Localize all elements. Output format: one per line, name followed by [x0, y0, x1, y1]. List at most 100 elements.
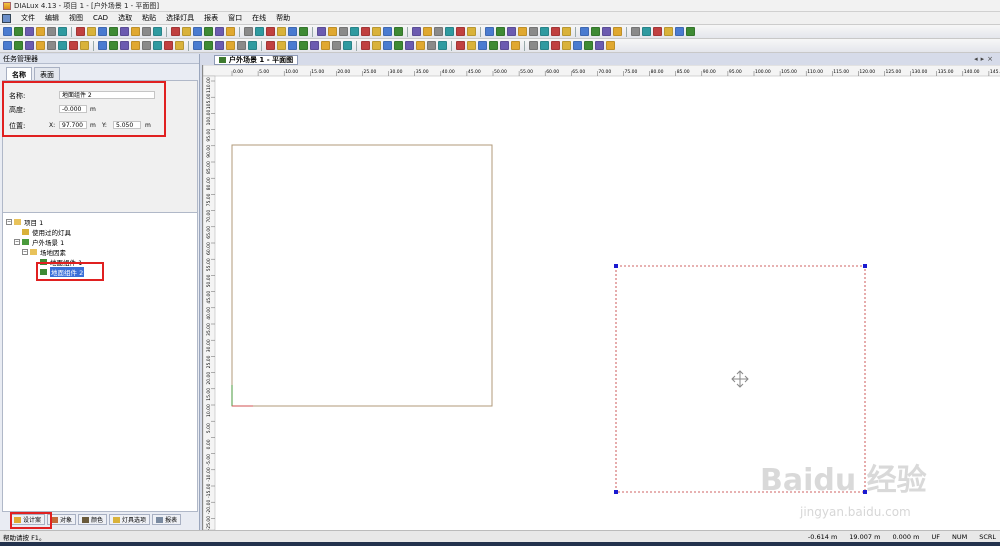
toolbar-button-icon[interactable]	[540, 27, 549, 36]
toolbar-button-icon[interactable]	[87, 27, 96, 36]
menu-help[interactable]: 帮助	[271, 13, 295, 23]
toolbar-button-icon[interactable]	[478, 41, 487, 50]
tab-colors[interactable]: 颜色	[78, 514, 108, 525]
toolbar-button-icon[interactable]	[98, 27, 107, 36]
toolbar-button-icon[interactable]	[120, 27, 129, 36]
toolbar-button-icon[interactable]	[310, 41, 319, 50]
toolbar-button-icon[interactable]	[361, 27, 370, 36]
tree-item-outdoor-scene[interactable]: − 户外场景 1	[14, 237, 64, 247]
tab-luminaire-selection[interactable]: 灯具选项	[109, 514, 151, 525]
toolbar-button-icon[interactable]	[164, 41, 173, 50]
toolbar-button-icon[interactable]	[288, 27, 297, 36]
toolbar-button-icon[interactable]	[456, 27, 465, 36]
toolbar-button-icon[interactable]	[153, 27, 162, 36]
toolbar-button-icon[interactable]	[518, 27, 527, 36]
toolbar-button-icon[interactable]	[182, 27, 191, 36]
toolbar-button-icon[interactable]	[25, 27, 34, 36]
toolbar-button-icon[interactable]	[383, 27, 392, 36]
toolbar-button-icon[interactable]	[507, 27, 516, 36]
toolbar-button-icon[interactable]	[47, 27, 56, 36]
toolbar-button-icon[interactable]	[58, 27, 67, 36]
toolbar-button-icon[interactable]	[58, 41, 67, 50]
toolbar-button-icon[interactable]	[489, 41, 498, 50]
toolbar-button-icon[interactable]	[500, 41, 509, 50]
toolbar-button-icon[interactable]	[595, 41, 604, 50]
tree-item-site-elements[interactable]: − 场地因素	[22, 247, 66, 257]
tree-item-used-luminaires[interactable]: 使用过的灯具	[22, 227, 71, 237]
toolbar-button-icon[interactable]	[215, 41, 224, 50]
toolbar-button-icon[interactable]	[653, 27, 662, 36]
tab-surface[interactable]: 表面	[34, 67, 60, 80]
selection-handle[interactable]	[614, 264, 618, 268]
toolbar-button-icon[interactable]	[131, 27, 140, 36]
toolbar-button-icon[interactable]	[372, 41, 381, 50]
toolbar-button-icon[interactable]	[226, 27, 235, 36]
toolbar-button-icon[interactable]	[529, 41, 538, 50]
toolbar-button-icon[interactable]	[142, 27, 151, 36]
ground-element-1-shape[interactable]	[231, 144, 493, 407]
toolbar-button-icon[interactable]	[642, 27, 651, 36]
tab-name[interactable]: 名称	[6, 67, 32, 80]
toolbar-button-icon[interactable]	[562, 41, 571, 50]
toolbar-button-icon[interactable]	[602, 27, 611, 36]
toolbar-button-icon[interactable]	[412, 27, 421, 36]
toolbar-button-icon[interactable]	[606, 41, 615, 50]
toolbar-button-icon[interactable]	[131, 41, 140, 50]
toolbar-button-icon[interactable]	[244, 27, 253, 36]
toolbar-button-icon[interactable]	[215, 27, 224, 36]
toolbar-button-icon[interactable]	[120, 41, 129, 50]
toolbar-button-icon[interactable]	[153, 41, 162, 50]
toolbar-button-icon[interactable]	[467, 41, 476, 50]
toolbar-button-icon[interactable]	[394, 27, 403, 36]
toolbar-button-icon[interactable]	[76, 27, 85, 36]
toolbar-button-icon[interactable]	[372, 27, 381, 36]
toolbar-button-icon[interactable]	[277, 27, 286, 36]
toolbar-button-icon[interactable]	[664, 27, 673, 36]
toolbar-button-icon[interactable]	[631, 27, 640, 36]
toolbar-button-icon[interactable]	[142, 41, 151, 50]
toolbar-button-icon[interactable]	[434, 27, 443, 36]
toolbar-button-icon[interactable]	[551, 41, 560, 50]
toolbar-button-icon[interactable]	[299, 27, 308, 36]
toolbar-button-icon[interactable]	[580, 27, 589, 36]
toolbar-button-icon[interactable]	[332, 41, 341, 50]
menu-report[interactable]: 报表	[199, 13, 223, 23]
toolbar-button-icon[interactable]	[485, 27, 494, 36]
toolbar-button-icon[interactable]	[445, 27, 454, 36]
toolbar-button-icon[interactable]	[288, 41, 297, 50]
toolbar-button-icon[interactable]	[3, 27, 12, 36]
toolbar-button-icon[interactable]	[317, 27, 326, 36]
toolbar-button-icon[interactable]	[248, 41, 257, 50]
toolbar-button-icon[interactable]	[193, 41, 202, 50]
toolbar-button-icon[interactable]	[25, 41, 34, 50]
toolbar-button-icon[interactable]	[339, 27, 348, 36]
tab-reports[interactable]: 报表	[152, 514, 182, 525]
toolbar-button-icon[interactable]	[266, 41, 275, 50]
collapse-icon[interactable]: −	[22, 249, 28, 255]
menu-edit[interactable]: 编辑	[40, 13, 64, 23]
toolbar-button-icon[interactable]	[405, 41, 414, 50]
toolbar-button-icon[interactable]	[255, 27, 264, 36]
tab-outdoor-scene-plan[interactable]: 户外场景 1 - 平面图	[214, 54, 299, 65]
toolbar-button-icon[interactable]	[551, 27, 560, 36]
selection-handle[interactable]	[863, 264, 867, 268]
toolbar-button-icon[interactable]	[361, 41, 370, 50]
toolbar-button-icon[interactable]	[98, 41, 107, 50]
menu-online[interactable]: 在线	[247, 13, 271, 23]
menu-select[interactable]: 选取	[113, 13, 137, 23]
toolbar-button-icon[interactable]	[343, 41, 352, 50]
toolbar-button-icon[interactable]	[511, 41, 520, 50]
menu-cad[interactable]: CAD	[88, 14, 113, 22]
toolbar-button-icon[interactable]	[394, 41, 403, 50]
toolbar-button-icon[interactable]	[573, 41, 582, 50]
document-icon[interactable]	[2, 13, 11, 23]
tab-navigation-icons[interactable]: ◂▸×	[974, 55, 996, 63]
toolbar-button-icon[interactable]	[204, 41, 213, 50]
toolbar-button-icon[interactable]	[540, 41, 549, 50]
toolbar-button-icon[interactable]	[171, 27, 180, 36]
toolbar-button-icon[interactable]	[686, 27, 695, 36]
toolbar-button-icon[interactable]	[69, 41, 78, 50]
collapse-icon[interactable]: −	[14, 239, 20, 245]
toolbar-button-icon[interactable]	[47, 41, 56, 50]
toolbar-button-icon[interactable]	[14, 27, 23, 36]
